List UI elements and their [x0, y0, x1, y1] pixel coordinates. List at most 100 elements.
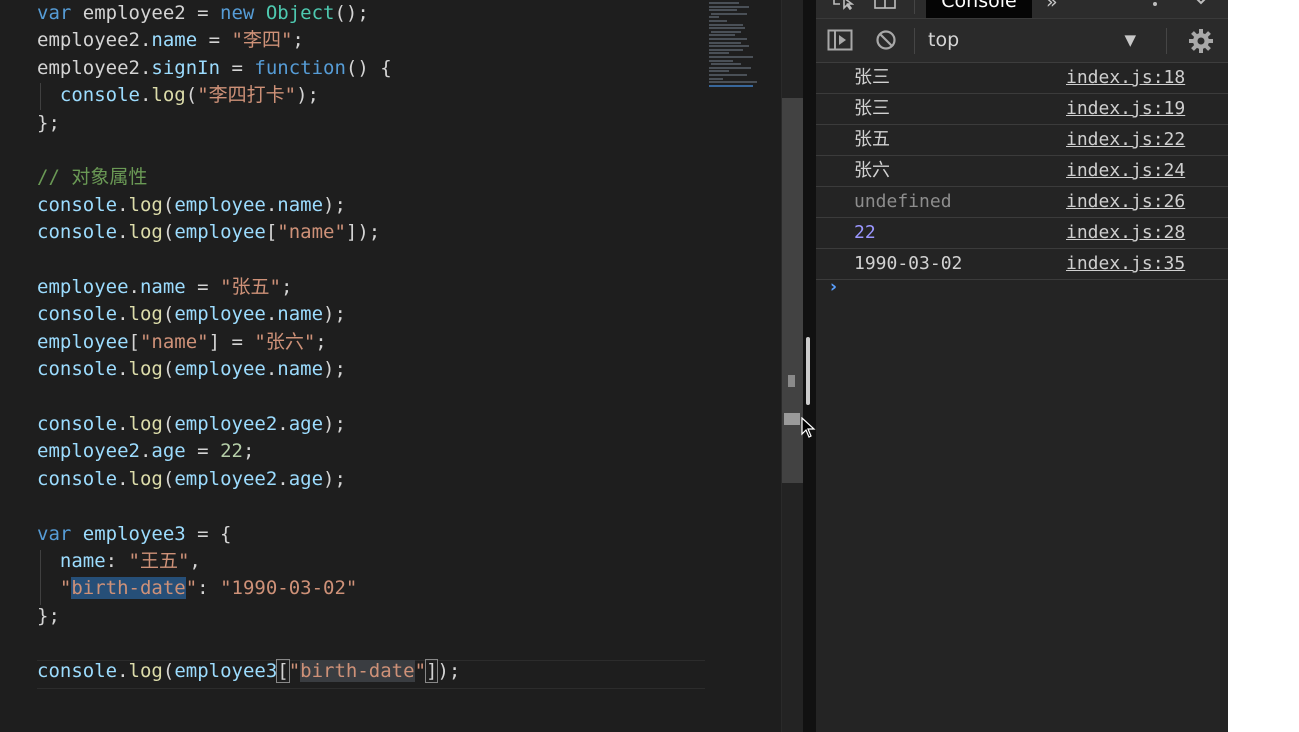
minimap[interactable]: [707, 0, 783, 92]
code-token: age: [151, 440, 186, 463]
dropdown-arrow-icon: ▼: [1124, 31, 1136, 49]
code-token: = {: [185, 522, 232, 545]
indent-guide: [40, 83, 41, 110]
minimap-line: [709, 23, 743, 26]
code-token: );: [437, 659, 461, 682]
minimap-line: [709, 41, 741, 44]
code-line[interactable]: console.log("李四打卡");: [37, 82, 319, 109]
code-token: var: [37, 2, 83, 24]
minimap-line: [709, 66, 751, 69]
code-token: "李四打卡": [197, 84, 297, 107]
kebab-menu-icon[interactable]: [1150, 0, 1160, 10]
code-line[interactable]: };: [37, 110, 60, 137]
code-line[interactable]: console.log(employee.name);: [37, 192, 346, 219]
code-token: log: [128, 467, 163, 490]
code-token: (: [162, 358, 175, 381]
mouse-pointer-icon: [801, 417, 816, 438]
minimap-line: [709, 27, 745, 30]
code-line[interactable]: employee2.age = 22;: [37, 438, 254, 465]
gear-icon[interactable]: [1188, 28, 1214, 54]
inspect-element-icon[interactable]: [832, 0, 854, 10]
devtools-panel: Console » top ▼ 张三 index.js:18 张三 index.…: [816, 0, 1228, 732]
code-token: employee2: [37, 440, 140, 463]
minimap-line: [709, 9, 737, 12]
code-token: "张六": [254, 330, 316, 353]
code-token: =: [185, 440, 221, 463]
vertical-scrollbar-thumb[interactable]: [782, 98, 803, 483]
console-message: 张三 index.js:19: [816, 94, 1228, 125]
code-line[interactable]: console.log(employee2.age);: [37, 466, 346, 493]
code-editor[interactable]: var employee2 = new Object(); employee2.n…: [0, 0, 803, 732]
sidebar-toggle-icon[interactable]: [827, 29, 853, 51]
code-line[interactable]: employee["name"] = "张六";: [37, 329, 327, 356]
code-line[interactable]: var employee3 = {: [37, 521, 231, 548]
code-token: log: [128, 358, 163, 381]
code-token: name: [139, 276, 186, 298]
scrollbar-marker: [784, 413, 800, 425]
console-message: 张六 index.js:24: [816, 156, 1228, 187]
code-token: Object: [265, 2, 335, 24]
minimap-line: [709, 20, 727, 22]
code-line[interactable]: console.log(employee2.age);: [37, 411, 346, 438]
code-token: (: [162, 413, 175, 435]
code-token: console: [37, 659, 118, 682]
minimap-line: [711, 12, 747, 15]
code-token: ]: [424, 658, 439, 683]
device-toggle-icon[interactable]: [874, 0, 896, 10]
code-token: () {: [345, 56, 392, 79]
code-token: .: [265, 303, 278, 326]
code-line[interactable]: name: "王五",: [37, 548, 201, 575]
code-token: };: [37, 604, 60, 627]
minimap-line: [709, 77, 723, 80]
code-token: employee: [174, 303, 266, 326]
code-token: .: [117, 467, 129, 490]
code-token: .: [117, 221, 129, 244]
tab-console[interactable]: Console: [926, 0, 1032, 18]
code-token: );: [323, 358, 346, 381]
console-source-link[interactable]: index.js:24: [1066, 156, 1185, 186]
console-message: undefined index.js:26: [816, 187, 1228, 218]
close-icon[interactable]: [1192, 0, 1210, 10]
code-line[interactable]: "birth-date": "1990-03-02": [37, 575, 357, 602]
context-selector[interactable]: top ▼: [928, 27, 1148, 53]
code-line[interactable]: console.log(employee.name);: [37, 301, 346, 328]
code-token: (: [162, 193, 175, 216]
code-token: employee: [37, 330, 129, 353]
code-line[interactable]: employee2.signIn = function() {: [37, 55, 392, 82]
code-token: "1990-03-02": [220, 577, 358, 600]
code-line[interactable]: // 对象属性: [37, 164, 147, 191]
code-line[interactable]: employee.name = "张五";: [37, 274, 292, 301]
code-token: new: [220, 2, 266, 24]
code-line[interactable]: console.log(employee3["birth-date"]);: [37, 658, 460, 685]
clear-console-icon[interactable]: [875, 29, 897, 51]
console-prompt-icon[interactable]: ›: [830, 277, 837, 297]
minimap-line: [709, 48, 743, 51]
console-source-link[interactable]: index.js:22: [1066, 125, 1185, 155]
code-line[interactable]: employee2.name = "李四";: [37, 27, 304, 54]
code-line[interactable]: console.log(employee["name"]);: [37, 219, 380, 246]
code-line[interactable]: var employee2 = new Object();: [37, 0, 369, 27]
code-token: "李四": [231, 29, 293, 52]
code-token: ();: [334, 2, 369, 24]
code-token: employee3: [174, 659, 278, 682]
code-token: employee: [174, 358, 266, 381]
console-source-link[interactable]: index.js:35: [1066, 249, 1185, 279]
console-source-link[interactable]: index.js:28: [1066, 218, 1185, 248]
console-source-link[interactable]: index.js:26: [1066, 187, 1185, 217]
minimap-line: [709, 59, 733, 62]
more-tabs-button[interactable]: »: [1046, 0, 1058, 13]
code-line[interactable]: console.log(employee.name);: [37, 356, 346, 383]
console-message-text: 张六: [854, 160, 890, 181]
minimap-line: [709, 38, 747, 40]
code-token: ": [185, 577, 198, 600]
minimap-line: [709, 5, 749, 8]
console-source-link[interactable]: index.js:19: [1066, 94, 1185, 124]
code-token: .: [117, 303, 129, 326]
code-token: birth-date: [300, 659, 415, 682]
splitter-handle[interactable]: [806, 337, 810, 405]
console-source-link[interactable]: index.js:18: [1066, 63, 1185, 93]
code-line[interactable]: };: [37, 603, 60, 630]
code-token: [: [128, 330, 140, 353]
devtools-tab-bar: Console »: [816, 0, 1228, 19]
code-token: .: [265, 193, 278, 216]
